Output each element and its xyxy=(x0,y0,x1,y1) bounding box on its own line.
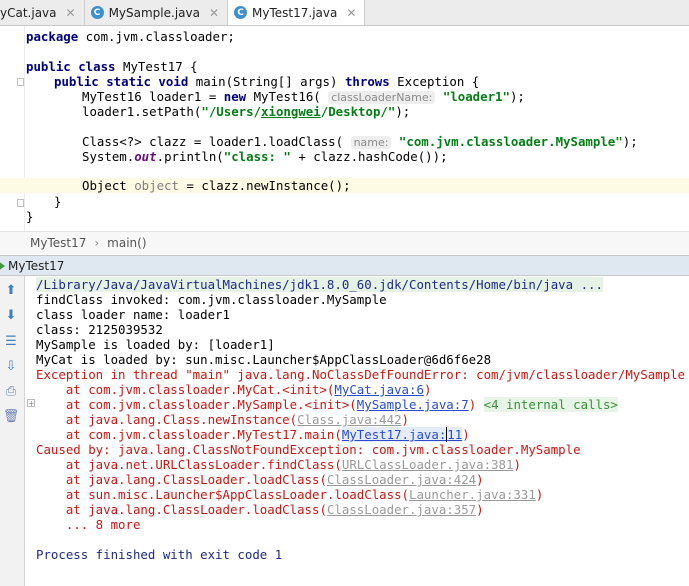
console-line: /Library/Java/JavaVirtualMachines/jdk1.8… xyxy=(36,277,603,292)
arrow-up-icon[interactable]: ⬆ xyxy=(3,282,19,298)
code-line: package com.jvm.classloader; xyxy=(26,29,235,44)
console-line: MyCat is loaded by: sun.misc.Launcher$Ap… xyxy=(36,352,492,367)
internal-calls-link[interactable]: <4 internal calls> xyxy=(483,397,618,412)
code-line: Class<?> clazz = loader1.loadClass( name… xyxy=(82,134,638,149)
code-line: System.out.println("class: " + clazz.has… xyxy=(82,149,448,164)
console-line: at java.lang.ClassLoader.loadClass(Class… xyxy=(36,502,484,517)
tab-mytest17[interactable]: C MyTest17.java ✕ xyxy=(228,0,366,25)
trash-icon[interactable]: 🗑 xyxy=(3,408,20,424)
console-line: Exception in thread "main" java.lang.NoC… xyxy=(36,367,686,382)
console-line: Process finished with exit code 1 xyxy=(36,547,283,562)
console-line: at com.jvm.classloader.MyTest17.main(MyT… xyxy=(36,427,470,442)
console-line: at java.lang.ClassLoader.loadClass(Class… xyxy=(36,472,484,487)
console-line: at com.jvm.classloader.MySample.<init>(M… xyxy=(36,397,618,412)
print-icon[interactable]: ⎙ xyxy=(3,383,19,399)
parameter-hint: classLoaderName: xyxy=(328,91,436,104)
fold-marker-icon[interactable] xyxy=(17,199,24,207)
console-line: ... 8 more xyxy=(36,517,141,532)
close-icon[interactable]: ✕ xyxy=(66,6,76,20)
run-icon xyxy=(0,260,5,271)
breadcrumb: MyTest17 › main() xyxy=(0,231,689,254)
stack-link[interactable]: MySample.java:7 xyxy=(357,397,469,412)
run-config-tab[interactable]: MyTest17 xyxy=(8,259,64,273)
stack-link[interactable]: Launcher.java:331 xyxy=(409,487,536,502)
console-line: at java.lang.Class.newInstance(Class.jav… xyxy=(36,412,409,427)
java-class-icon: C xyxy=(234,6,248,19)
parameter-hint: name: xyxy=(350,136,392,149)
console-line: at sun.misc.Launcher$AppClassLoader.load… xyxy=(36,487,544,502)
console-line: class loader name: loader1 xyxy=(36,307,230,322)
stack-link[interactable]: ClassLoader.java:424 xyxy=(327,472,476,487)
fold-marker-icon[interactable] xyxy=(17,78,24,86)
arrow-down-icon[interactable]: ⬇ xyxy=(3,307,19,323)
code-line: public class MyTest17 { xyxy=(26,59,198,74)
breadcrumb-method[interactable]: main() xyxy=(107,236,146,250)
scroll-to-end-icon[interactable]: ⇩ xyxy=(3,358,19,374)
breadcrumb-class[interactable]: MyTest17 xyxy=(30,236,86,250)
code-line: Object object = clazz.newInstance(); xyxy=(82,178,351,193)
tab-mysample-label: MySample.java xyxy=(108,5,200,20)
console-line: at java.net.URLClassLoader.findClass(URL… xyxy=(36,457,521,472)
expand-icon[interactable]: + xyxy=(27,399,35,408)
tab-mytest17-label: MyTest17.java xyxy=(252,5,338,20)
editor-tabs: yCat.java ✕ C MySample.java ✕ C MyTest17… xyxy=(0,0,689,26)
code-line: MyTest16 loader1 = new MyTest16( classLo… xyxy=(82,89,525,104)
tab-mycat-label: yCat.java xyxy=(0,5,57,20)
stack-link[interactable]: MyCat.java:6 xyxy=(334,382,424,397)
console-line: class: 2125039532 xyxy=(36,322,163,337)
code-line: } xyxy=(54,194,62,209)
run-toolbar: ⬆ ⬇ ☰ ⇩ ⎙ 🗑 xyxy=(0,276,25,586)
chevron-right-icon: › xyxy=(94,236,100,250)
close-icon[interactable]: ✕ xyxy=(346,6,356,20)
stack-link[interactable]: URLClassLoader.java:381 xyxy=(342,457,514,472)
console-line: findClass invoked: com.jvm.classloader.M… xyxy=(36,292,387,307)
code-line: loader1.setPath("/Users/xiongwei/Desktop… xyxy=(82,104,411,119)
console-output[interactable]: /Library/Java/JavaVirtualMachines/jdk1.8… xyxy=(36,277,686,582)
code-editor[interactable]: package com.jvm.classloader; public clas… xyxy=(0,26,689,231)
stack-link[interactable]: MyTest17.java:11 xyxy=(341,427,463,442)
tab-mysample[interactable]: C MySample.java ✕ xyxy=(85,0,229,25)
stack-link[interactable]: Class.java:442 xyxy=(297,412,401,427)
console-line: at com.jvm.classloader.MyCat.<init>(MyCa… xyxy=(36,382,432,397)
console-line: MySample is loaded by: [loader1] xyxy=(36,337,275,352)
code-line: public static void main(String[] args) t… xyxy=(54,74,480,89)
tab-mycat[interactable]: yCat.java ✕ xyxy=(0,0,85,25)
console-line: Caused by: java.lang.ClassNotFoundExcept… xyxy=(36,442,581,457)
code-line: } xyxy=(26,209,34,224)
stack-link[interactable]: ClassLoader.java:357 xyxy=(327,502,476,517)
java-class-icon: C xyxy=(90,6,104,19)
run-panel-header: MyTest17 xyxy=(0,255,689,276)
soft-wrap-icon[interactable]: ☰ xyxy=(3,333,19,349)
close-icon[interactable]: ✕ xyxy=(209,6,219,20)
